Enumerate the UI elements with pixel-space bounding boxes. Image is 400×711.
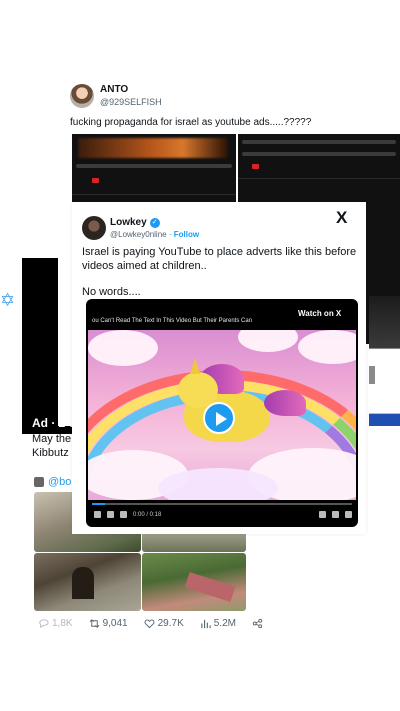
tweet-photo-ruins-4[interactable] — [142, 553, 246, 611]
heart-icon — [144, 619, 154, 629]
cloud — [298, 330, 356, 364]
pause-icon[interactable] — [107, 511, 114, 518]
cloud — [158, 468, 278, 500]
repost-icon — [89, 619, 99, 628]
lowkey-tweet-text: Israel is paying YouTube to place advert… — [82, 246, 357, 272]
share-button[interactable] — [252, 618, 263, 629]
browser-address-bar — [76, 164, 232, 168]
repost-count: 9,041 — [102, 618, 128, 629]
separator-dot: · — [168, 230, 172, 239]
cloud — [238, 330, 298, 352]
avatar[interactable] — [82, 216, 106, 240]
youtube-logo-icon — [92, 178, 99, 183]
star-of-david-icon: ✡ — [0, 290, 16, 310]
back-tweet-handle-link[interactable]: @bol — [34, 476, 74, 488]
anto-handle[interactable]: @929SELFISH — [100, 97, 162, 107]
play-button[interactable] — [203, 402, 235, 434]
back-tweet-handle: @bol — [48, 476, 74, 488]
reply-icon — [39, 619, 49, 629]
lowkey-handle[interactable]: @Lowkey0nline — [110, 230, 167, 239]
video-thumbnail-fire — [78, 138, 228, 158]
lowkey-handle-row: @Lowkey0nline · Follow — [110, 230, 199, 239]
video-progress-fill — [92, 503, 105, 505]
forward-icon[interactable] — [120, 511, 127, 518]
fullscreen-icon[interactable] — [345, 511, 352, 518]
reply-button[interactable]: 1,8K — [38, 618, 73, 629]
views-chart-icon — [201, 619, 211, 629]
side-screenshot-strip — [369, 296, 400, 426]
like-button[interactable]: 29.7K — [144, 618, 184, 629]
lowkey-display-name[interactable]: Lowkey ✓ — [110, 217, 160, 228]
divider — [238, 178, 400, 179]
unicorn-tail — [264, 390, 306, 416]
browser-tab-bar — [242, 140, 396, 144]
cloud — [88, 330, 158, 366]
lowkey-tweet-text-2: No words.... — [82, 286, 141, 298]
x-logo-icon[interactable]: X — [336, 208, 347, 228]
reply-count: 1,8K — [52, 618, 73, 629]
share-icon — [252, 618, 263, 629]
verified-badge-icon: ✓ — [149, 217, 160, 228]
volume-icon[interactable] — [319, 511, 326, 518]
rewind-icon[interactable] — [94, 511, 101, 518]
anto-tweet-text: fucking propaganda for israel as youtube… — [70, 117, 312, 128]
youtube-logo-icon — [252, 164, 259, 169]
video-time: 0:00 / 0:18 — [133, 511, 162, 518]
avatar — [34, 477, 44, 487]
view-count: 5.2M — [213, 618, 236, 629]
follow-button[interactable]: Follow — [174, 230, 199, 239]
scrollbar[interactable] — [369, 366, 375, 384]
video-controls: 0:00 / 0:18 — [94, 511, 352, 518]
video-title: ou Can't Read The Text In This Video But… — [92, 318, 253, 324]
like-count: 29.7K — [157, 618, 184, 629]
unicorn-horn — [190, 358, 200, 374]
anto-display-name[interactable]: ANTO — [100, 84, 128, 95]
photo-doorway — [72, 567, 94, 599]
photo-collapsed-roof — [184, 571, 236, 603]
divider — [72, 194, 236, 195]
watch-on-x-button[interactable]: Watch on X — [298, 309, 341, 318]
display-name-text: Lowkey — [110, 217, 147, 228]
repost-button[interactable]: 9,041 — [89, 618, 128, 629]
settings-gear-icon[interactable] — [332, 511, 339, 518]
video-progress-bar[interactable] — [92, 503, 352, 505]
avatar[interactable] — [70, 84, 94, 108]
browser-address-bar — [242, 152, 396, 156]
tweet-action-bar: 1,8K 9,041 29.7K 5.2M — [38, 618, 263, 629]
views-button[interactable]: 5.2M — [200, 618, 236, 629]
tweet-photo-ruins-3[interactable] — [34, 553, 141, 611]
